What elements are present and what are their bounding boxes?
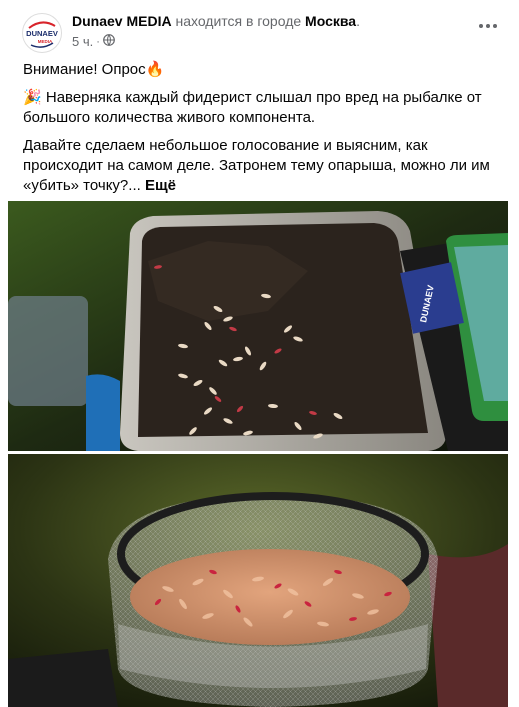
party-emoji: 🎉 bbox=[23, 89, 42, 106]
post-author-line: Dunaev MEDIA находится в городе Москва. bbox=[72, 12, 467, 31]
post-header: DUNAEV MEDIA Dunaev MEDIA находится в го… bbox=[16, 10, 507, 54]
post-card: DUNAEV MEDIA Dunaev MEDIA находится в го… bbox=[0, 0, 519, 707]
paragraph-2-text: Давайте сделаем небольшое голосование и … bbox=[23, 137, 490, 194]
post-text: Внимание! Опрос🔥 🎉 Наверняка каждый фиде… bbox=[23, 60, 495, 204]
see-more-link[interactable]: Ещё bbox=[145, 177, 176, 194]
location-suffix: . bbox=[356, 13, 360, 29]
avatar-logo-top: DUNAEV bbox=[26, 29, 58, 38]
globe-icon bbox=[103, 33, 115, 51]
avatar-logo-bottom: MEDIA bbox=[38, 39, 53, 44]
more-options-icon[interactable] bbox=[475, 16, 501, 36]
post-photo-2[interactable] bbox=[8, 454, 508, 707]
post-paragraph-2: Давайте сделаем небольшое голосование и … bbox=[23, 136, 495, 196]
fire-emoji: 🔥 bbox=[145, 61, 165, 78]
city-link[interactable]: Москва bbox=[305, 13, 356, 29]
post-meta: Dunaev MEDIA находится в городе Москва. … bbox=[72, 12, 467, 51]
location-prefix: находится в городе bbox=[175, 13, 302, 29]
page-name-link[interactable]: Dunaev MEDIA bbox=[72, 13, 172, 29]
post-headline: Внимание! Опрос🔥 bbox=[23, 60, 495, 80]
avatar[interactable]: DUNAEV MEDIA bbox=[22, 13, 62, 53]
post-time-line: 5 ч. · bbox=[72, 33, 467, 51]
paragraph-1-text: Наверняка каждый фидерист слышал про вре… bbox=[23, 89, 482, 126]
headline-text: Внимание! Опрос bbox=[23, 61, 146, 78]
post-paragraph-1: 🎉 Наверняка каждый фидерист слышал про в… bbox=[23, 88, 495, 128]
post-time[interactable]: 5 ч. bbox=[72, 33, 93, 51]
post-photo-1[interactable]: DUNAEV bbox=[8, 201, 508, 451]
time-separator: · bbox=[96, 36, 100, 48]
